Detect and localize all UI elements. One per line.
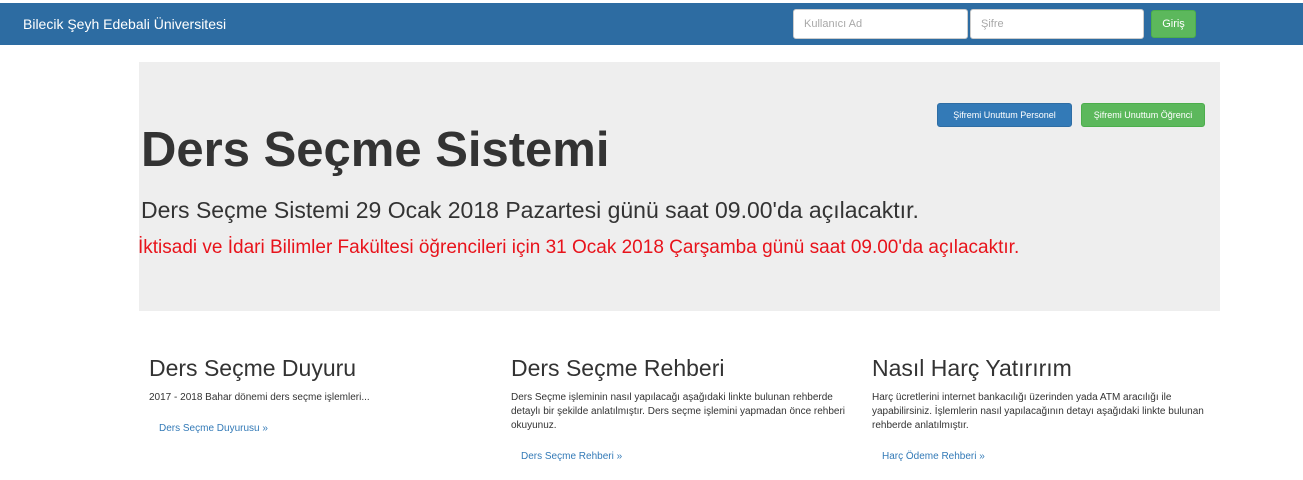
password-input[interactable]	[970, 9, 1144, 39]
opening-announcement: Ders Seçme Sistemi 29 Ocak 2018 Pazartes…	[141, 197, 919, 223]
column-heading: Ders Seçme Duyuru	[149, 355, 357, 381]
login-button[interactable]: Giriş	[1151, 10, 1196, 38]
username-input[interactable]	[793, 9, 968, 39]
brand-title[interactable]: Bilecik Şeyh Edebali Üniversitesi	[23, 14, 226, 34]
column-heading: Nasıl Harç Yatırırım	[872, 355, 1072, 381]
info-column-fee: Nasıl Harç Yatırırım Harç ücretlerini in…	[872, 353, 1217, 464]
column-text: 2017 - 2018 Bahar dönemi ders seçme işle…	[149, 392, 370, 403]
column-heading: Ders Seçme Rehberi	[511, 355, 725, 381]
announcement-link[interactable]: Ders Seçme Duyurusu »	[159, 422, 268, 436]
column-text: Harç ücretlerini internet bankacılığı üz…	[872, 392, 1204, 431]
forgot-password-staff-button[interactable]: Şifremi Unuttum Personel	[937, 103, 1072, 127]
fee-guide-link[interactable]: Harç Ödeme Rehberi »	[882, 450, 985, 464]
hero-panel: Şifremi Unuttum Personel Şifremi Unuttum…	[138, 62, 1220, 311]
guide-link[interactable]: Ders Seçme Rehberi »	[521, 450, 622, 464]
faculty-announcement: İktisadi ve İdari Bilimler Fakültesi öğr…	[138, 237, 1020, 258]
info-column-guide: Ders Seçme Rehberi Ders Seçme işleminin …	[511, 353, 856, 464]
forgot-password-student-button[interactable]: Şifremi Unuttum Öğrenci	[1081, 103, 1205, 127]
page-title: Ders Seçme Sistemi	[141, 123, 610, 177]
column-text: Ders Seçme işleminin nasıl yapılacağı aş…	[511, 392, 846, 431]
top-navbar: Bilecik Şeyh Edebali Üniversitesi Giriş	[0, 3, 1303, 45]
info-column-announcement: Ders Seçme Duyuru 2017 - 2018 Bahar döne…	[149, 353, 494, 436]
